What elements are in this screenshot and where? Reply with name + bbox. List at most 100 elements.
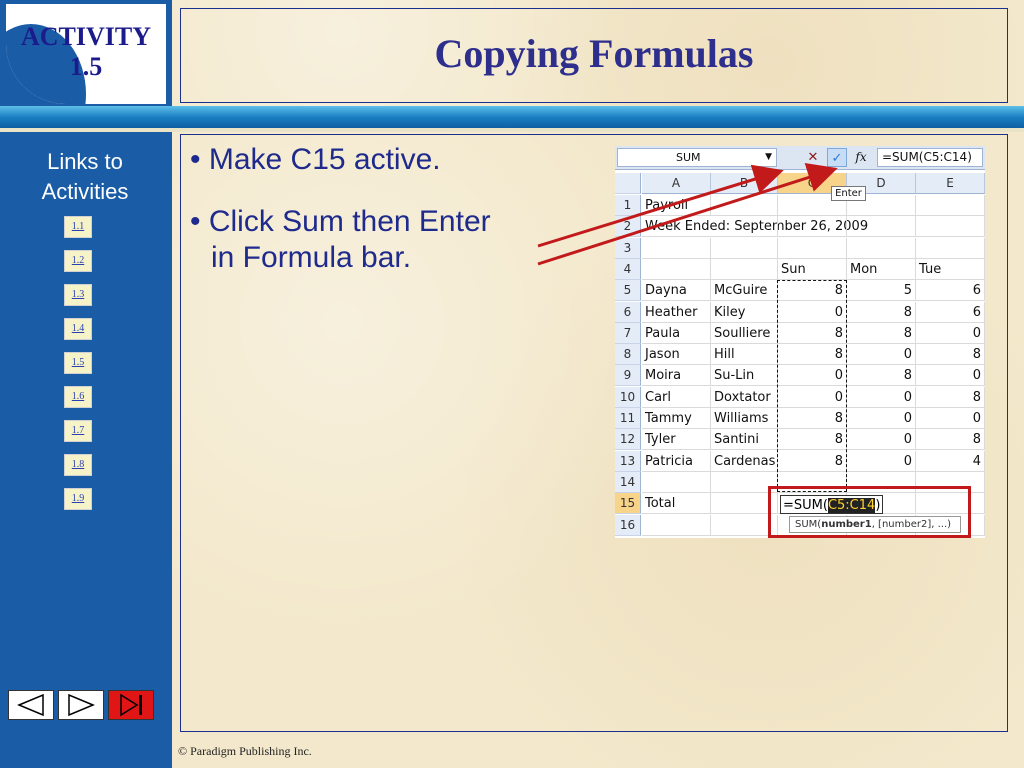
cell-e1[interactable] <box>916 195 985 216</box>
cell-c15-editor[interactable]: =SUM(C5:C14) <box>780 495 884 514</box>
cell-a1[interactable]: Payroll <box>642 195 711 216</box>
row-header[interactable]: 8 <box>615 344 641 366</box>
row-header[interactable]: 2 <box>615 216 641 238</box>
cell-a14[interactable] <box>642 471 711 493</box>
formula-input[interactable]: =SUM(C5:C14) <box>877 148 983 167</box>
cell-a12[interactable]: Tyler <box>642 429 711 451</box>
cell-d7[interactable]: 8 <box>847 322 916 344</box>
next-slide-button[interactable] <box>58 690 104 720</box>
cell-c10[interactable]: 0 <box>778 386 847 408</box>
cell-d12[interactable]: 0 <box>847 429 916 451</box>
cell-d5[interactable]: 5 <box>847 280 916 302</box>
cell-b10[interactable]: Doxtator <box>711 386 778 408</box>
row-header[interactable]: 15 <box>615 493 641 515</box>
row-header[interactable]: 6 <box>615 301 641 323</box>
cell-b8[interactable]: Hill <box>711 344 778 366</box>
cell-e7[interactable]: 0 <box>916 322 985 344</box>
cell-a5[interactable]: Dayna <box>642 280 711 302</box>
row-header[interactable]: 12 <box>615 429 641 451</box>
chevron-down-icon[interactable]: ▼ <box>765 149 772 166</box>
cell-b2[interactable] <box>711 216 778 238</box>
cell-d9[interactable]: 8 <box>847 365 916 387</box>
cell-c6[interactable]: 0 <box>778 301 847 323</box>
cell-e13[interactable]: 4 <box>916 450 985 472</box>
row-header[interactable]: 5 <box>615 280 641 302</box>
cell-b13[interactable]: Cardenas <box>711 450 778 472</box>
column-header-b[interactable]: B <box>711 173 778 194</box>
cell-b5[interactable]: McGuire <box>711 280 778 302</box>
cell-b3[interactable] <box>711 237 778 259</box>
cell-e2[interactable] <box>916 216 985 238</box>
cell-c11[interactable]: 8 <box>778 408 847 429</box>
cell-d6[interactable]: 8 <box>847 301 916 323</box>
row-header[interactable]: 4 <box>615 258 641 280</box>
cell-d13[interactable]: 0 <box>847 450 916 472</box>
activity-link-4[interactable]: 1.4 <box>64 318 92 340</box>
activity-link-2[interactable]: 1.2 <box>64 250 92 272</box>
row-header[interactable]: 11 <box>615 408 641 429</box>
cell-e8[interactable]: 8 <box>916 344 985 366</box>
cell-e4[interactable]: Tue <box>916 258 985 280</box>
cell-e6[interactable]: 6 <box>916 301 985 323</box>
cell-c8[interactable]: 8 <box>778 344 847 366</box>
row-header[interactable]: 1 <box>615 195 641 216</box>
cell-c12[interactable]: 8 <box>778 429 847 451</box>
cell-c5[interactable]: 8 <box>778 280 847 302</box>
activity-link-8[interactable]: 1.8 <box>64 454 92 476</box>
cell-e5[interactable]: 6 <box>916 280 985 302</box>
cell-a4[interactable] <box>642 258 711 280</box>
cell-b9[interactable]: Su-Lin <box>711 365 778 387</box>
cell-a15[interactable]: Total <box>642 493 711 515</box>
activity-link-6[interactable]: 1.6 <box>64 386 92 408</box>
name-box[interactable]: SUM ▼ <box>617 148 777 167</box>
cell-a3[interactable] <box>642 237 711 259</box>
cell-d11[interactable]: 0 <box>847 408 916 429</box>
cell-b7[interactable]: Soulliere <box>711 322 778 344</box>
cell-c9[interactable]: 0 <box>778 365 847 387</box>
cell-a11[interactable]: Tammy <box>642 408 711 429</box>
insert-function-icon[interactable]: fx <box>851 148 871 167</box>
row-header[interactable]: 10 <box>615 386 641 408</box>
activity-link-7[interactable]: 1.7 <box>64 420 92 442</box>
cell-e10[interactable]: 8 <box>916 386 985 408</box>
activity-link-5[interactable]: 1.5 <box>64 352 92 374</box>
cell-d2[interactable] <box>847 216 916 238</box>
cell-d4[interactable]: Mon <box>847 258 916 280</box>
cell-e3[interactable] <box>916 237 985 259</box>
cell-d3[interactable] <box>847 237 916 259</box>
row-header[interactable]: 9 <box>615 365 641 387</box>
cell-e11[interactable]: 0 <box>916 408 985 429</box>
row-header[interactable]: 14 <box>615 471 641 493</box>
enter-check-icon[interactable]: ✓ <box>827 148 847 167</box>
cell-a7[interactable]: Paula <box>642 322 711 344</box>
cell-b1[interactable] <box>711 195 778 216</box>
cell-a16[interactable] <box>642 514 711 536</box>
cell-a6[interactable]: Heather <box>642 301 711 323</box>
cell-e9[interactable]: 0 <box>916 365 985 387</box>
cell-c4[interactable]: Sun <box>778 258 847 280</box>
activity-link-9[interactable]: 1.9 <box>64 488 92 510</box>
cell-b12[interactable]: Santini <box>711 429 778 451</box>
cancel-icon[interactable]: ✕ <box>803 148 823 167</box>
cell-b11[interactable]: Williams <box>711 408 778 429</box>
row-header[interactable]: 7 <box>615 322 641 344</box>
column-header-e[interactable]: E <box>916 173 985 194</box>
activity-link-1[interactable]: 1.1 <box>64 216 92 238</box>
cell-d8[interactable]: 0 <box>847 344 916 366</box>
row-header[interactable]: 16 <box>615 514 641 536</box>
cell-c13[interactable]: 8 <box>778 450 847 472</box>
cell-e12[interactable]: 8 <box>916 429 985 451</box>
cell-c3[interactable] <box>778 237 847 259</box>
activity-link-3[interactable]: 1.3 <box>64 284 92 306</box>
cell-a9[interactable]: Moira <box>642 365 711 387</box>
cell-b6[interactable]: Kiley <box>711 301 778 323</box>
column-header-a[interactable]: A <box>642 173 711 194</box>
cell-a2[interactable]: Week Ended: September 26, 2009 <box>642 216 868 238</box>
row-header[interactable]: 3 <box>615 237 641 259</box>
cell-a13[interactable]: Patricia <box>642 450 711 472</box>
cell-a10[interactable]: Carl <box>642 386 711 408</box>
cell-c2[interactable] <box>778 216 847 238</box>
select-all-corner[interactable] <box>615 173 641 194</box>
cell-a8[interactable]: Jason <box>642 344 711 366</box>
previous-slide-button[interactable] <box>8 690 54 720</box>
